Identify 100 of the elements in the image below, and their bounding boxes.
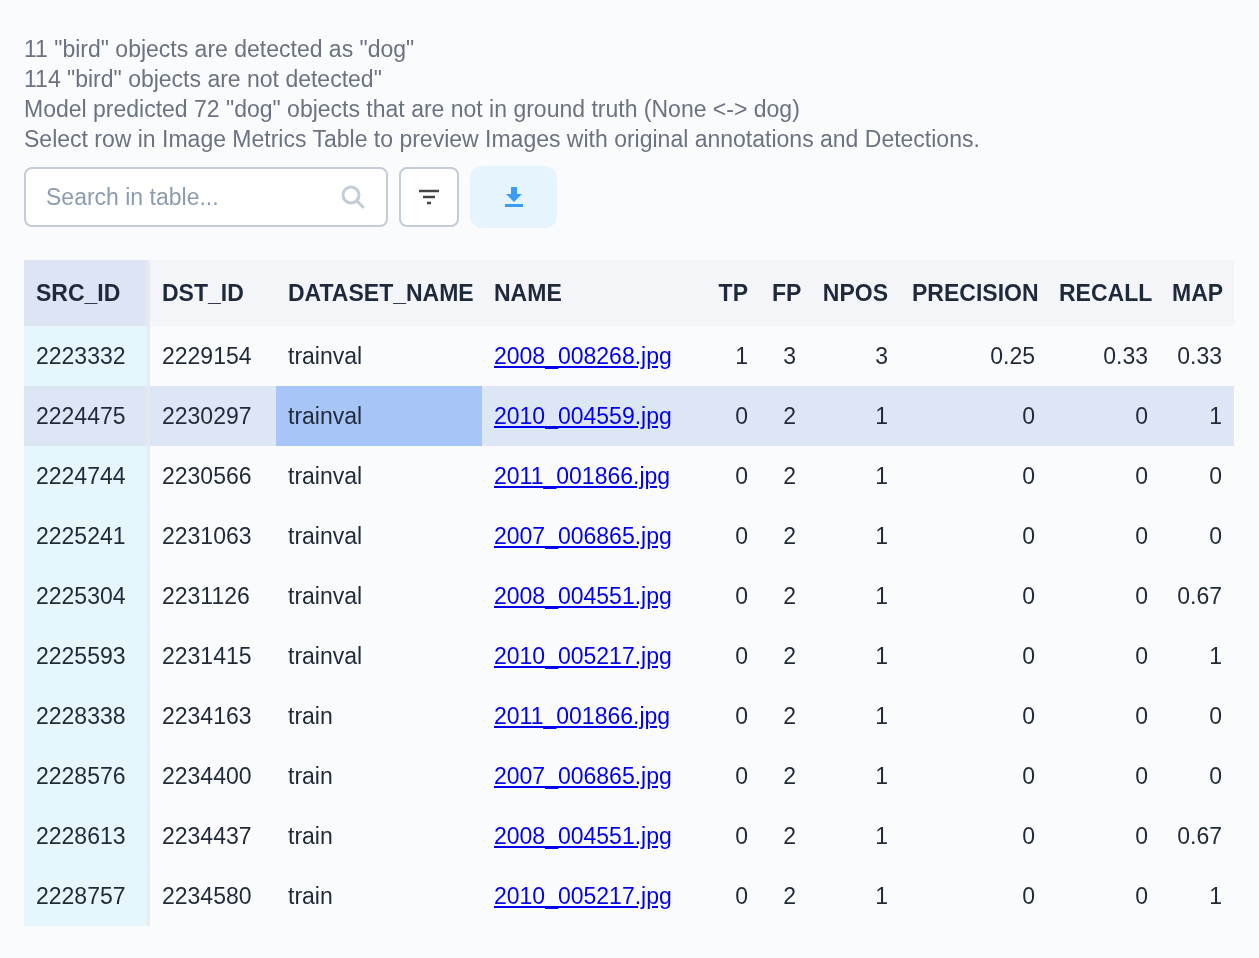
table-cell: 2	[783, 642, 796, 669]
file-link[interactable]: 2008_004551.jpg	[494, 582, 672, 609]
table-row[interactable]: 2224475 2230297 trainval 2010_004559.jpg 0 2 1 0 0 1	[24, 386, 1234, 446]
table-cell: 2228613	[36, 822, 126, 849]
table-row[interactable]: 2228613 2234437 train 2008_004551.jpg 0 2 1 0 0 0.67	[24, 806, 1234, 866]
table-cell: 0	[735, 402, 748, 429]
file-link[interactable]: 2007_006865.jpg	[494, 522, 672, 549]
table-cell: train	[288, 702, 333, 729]
table-cell: 0	[1135, 522, 1148, 549]
table-cell: 0.25	[990, 342, 1035, 369]
table-cell: trainval	[288, 402, 363, 429]
table-cell: 0	[1135, 642, 1148, 669]
file-link[interactable]: 2011_001866.jpg	[494, 462, 671, 489]
table-row[interactable]: 2228338 2234163 train 2011_001866.jpg 0 2 1 0 0 0	[24, 686, 1234, 746]
table-cell: 2230566	[162, 462, 252, 489]
column-header[interactable]: PRECISION	[900, 260, 1047, 326]
table-cell: trainval	[288, 522, 363, 549]
column-header[interactable]: RECALL	[1047, 260, 1160, 326]
file-link[interactable]: 2008_008268.jpg	[494, 342, 672, 369]
table-cell: 1	[1209, 642, 1222, 669]
table-cell: 0	[1209, 522, 1222, 549]
table-cell: 2228576	[36, 762, 126, 789]
table-cell: 0	[1022, 702, 1035, 729]
table-cell: 0	[735, 522, 748, 549]
column-header[interactable]: TP	[706, 260, 760, 326]
table-cell: 3	[783, 342, 796, 369]
table-cell: 2224744	[36, 462, 126, 489]
table-cell: 1	[875, 522, 888, 549]
table-cell: 0	[735, 762, 748, 789]
table-cell: 2231415	[162, 642, 252, 669]
table-cell: 1	[735, 342, 748, 369]
table-cell: 2231126	[162, 582, 250, 609]
table-cell: 0	[1022, 882, 1035, 909]
summary-line: 11 "bird" objects are detected as "dog"	[24, 35, 416, 64]
table-cell: 0	[1209, 462, 1222, 489]
table-cell: 0	[1135, 462, 1148, 489]
table-cell: 2	[783, 462, 796, 489]
table-cell: 2	[783, 522, 796, 549]
table-cell: 2	[783, 882, 796, 909]
table-cell: 2234437	[162, 822, 252, 849]
file-link[interactable]: 2010_005217.jpg	[494, 642, 672, 669]
table-row[interactable]: 2228757 2234580 train 2010_005217.jpg 0 2 1 0 0 1	[24, 866, 1234, 926]
filter-button[interactable]	[399, 167, 459, 227]
table-cell: 0	[1135, 582, 1148, 609]
table-row[interactable]: 2225304 2231126 trainval 2008_004551.jpg 0 2 1 0 0 0.67	[24, 566, 1234, 626]
search-field[interactable]: Search in table...	[24, 167, 388, 227]
table-cell: 2231063	[162, 522, 252, 549]
column-header[interactable]: MAP	[1160, 260, 1234, 326]
table-cell: 0	[1022, 522, 1035, 549]
table-cell: 2	[783, 582, 796, 609]
table-cell: 2225304	[36, 582, 126, 609]
file-link[interactable]: 2007_006865.jpg	[494, 762, 672, 789]
table-row[interactable]: 2224744 2230566 trainval 2011_001866.jpg 0 2 1 0 0 0	[24, 446, 1234, 506]
table-row[interactable]: 2223332 2229154 trainval 2008_008268.jpg 1 3 3 0.25 0.33 0.33	[24, 326, 1234, 386]
table-cell: trainval	[288, 642, 363, 669]
table-cell: 0	[1022, 762, 1035, 789]
table-cell: 2223332	[36, 342, 126, 369]
table-cell: 1	[875, 762, 888, 789]
table-cell: 1	[875, 822, 888, 849]
table-cell: 0	[1135, 702, 1148, 729]
column-header[interactable]: NAME	[482, 260, 706, 326]
table-cell: 1	[875, 582, 888, 609]
column-header[interactable]: DST_ID	[150, 260, 276, 326]
table-cell: 2225593	[36, 642, 126, 669]
column-header[interactable]: DATASET_NAME	[276, 260, 482, 326]
table-cell: 1	[875, 702, 888, 729]
table-cell: 2	[783, 702, 796, 729]
table-cell: trainval	[288, 342, 363, 369]
column-header[interactable]: NPOS	[808, 260, 900, 326]
table-cell: 3	[875, 342, 888, 369]
table-row[interactable]: 2225593 2231415 trainval 2010_005217.jpg 0 2 1 0 0 1	[24, 626, 1234, 686]
table-cell: 1	[1209, 402, 1222, 429]
column-header[interactable]: FP	[760, 260, 808, 326]
table-cell: 0	[735, 582, 748, 609]
table-cell: 0.33	[1177, 342, 1222, 369]
table-cell: 0	[1022, 822, 1035, 849]
table-cell: 0	[1209, 702, 1222, 729]
table-cell: 0	[735, 642, 748, 669]
summary-line: 114 "bird" objects are not detected"	[24, 65, 383, 94]
file-link[interactable]: 2010_005217.jpg	[494, 882, 672, 909]
table-cell: 0	[735, 702, 748, 729]
file-link[interactable]: 2011_001866.jpg	[494, 702, 671, 729]
table-row[interactable]: 2225241 2231063 trainval 2007_006865.jpg 0 2 1 0 0 0	[24, 506, 1234, 566]
table-cell: 0	[735, 882, 748, 909]
table-cell: 1	[875, 642, 888, 669]
download-icon	[503, 186, 524, 208]
file-link[interactable]: 2008_004551.jpg	[494, 822, 672, 849]
table-cell: trainval	[288, 582, 363, 609]
table-cell: 2	[783, 762, 796, 789]
table-row[interactable]: 2228576 2234400 train 2007_006865.jpg 0 2 1 0 0 0	[24, 746, 1234, 806]
column-header[interactable]: SRC_ID	[24, 260, 150, 326]
search-icon	[340, 184, 366, 210]
table-cell: 2228757	[36, 882, 126, 909]
table-cell: 0	[1135, 822, 1148, 849]
table-cell: 1	[875, 462, 888, 489]
table-cell: 0.33	[1103, 342, 1148, 369]
table-cell: 0	[1209, 762, 1222, 789]
table-cell: 0	[735, 822, 748, 849]
download-button[interactable]	[470, 166, 557, 228]
table-cell: 0	[1135, 402, 1148, 429]
